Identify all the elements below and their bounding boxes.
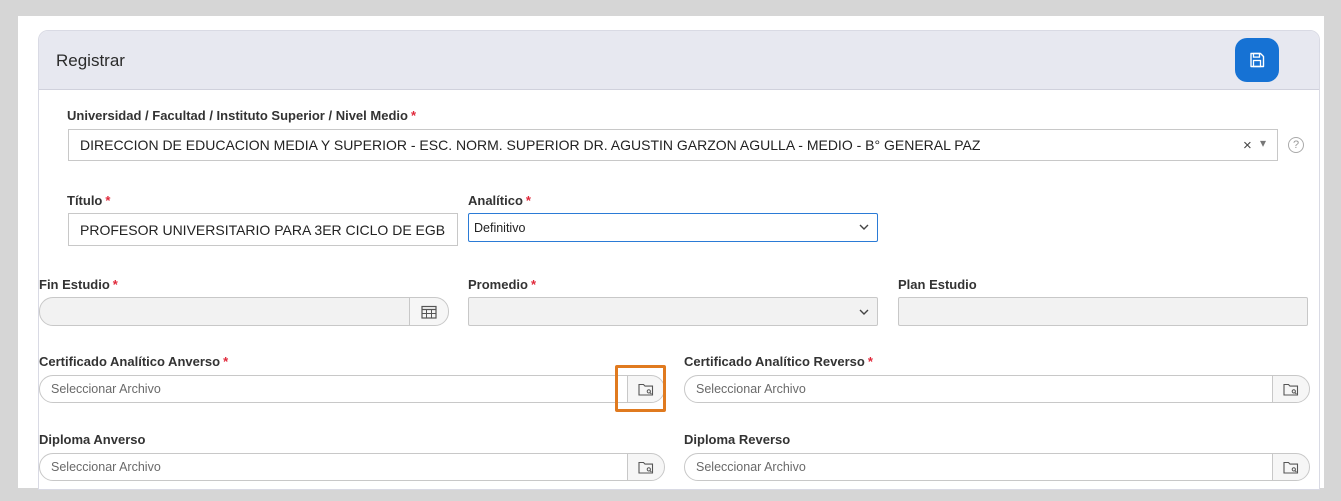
titulo-field[interactable]: PROFESOR UNIVERSITARIO PARA 3ER CICLO DE… (68, 213, 458, 246)
page-title: Registrar (56, 51, 125, 70)
cert-reverso-label: Certificado Analítico Reverso * (684, 354, 873, 369)
folder-search-icon (1283, 383, 1299, 396)
universidad-select[interactable]: DIRECCION DE EDUCACION MEDIA Y SUPERIOR … (68, 129, 1278, 161)
browse-button[interactable] (627, 454, 664, 480)
highlight-box (615, 365, 666, 412)
browse-button[interactable] (1272, 454, 1309, 480)
analitico-select[interactable]: Definitivo (468, 213, 878, 242)
folder-search-icon (1283, 461, 1299, 474)
cert-anverso-label: Certificado Analítico Anverso * (39, 354, 229, 369)
plan-estudio-field (898, 297, 1308, 326)
register-card: Registrar Universidad / Facultad / Insti… (38, 30, 1320, 490)
plan-estudio-label: Plan Estudio (898, 277, 977, 292)
card-header: Registrar (39, 31, 1319, 90)
diploma-anverso-file-input[interactable]: Seleccionar Archivo (39, 453, 665, 481)
universidad-label: Universidad / Facultad / Instituto Super… (67, 108, 417, 123)
titulo-label: Título * (67, 193, 111, 208)
chevron-down-icon (859, 224, 869, 230)
calendar-icon (421, 305, 437, 319)
help-icon[interactable]: ? (1288, 137, 1304, 153)
dropdown-arrow-icon[interactable]: ▾ (1260, 136, 1266, 150)
fin-estudio-date[interactable] (39, 297, 449, 326)
cert-reverso-file-input[interactable]: Seleccionar Archivo (684, 375, 1310, 403)
save-icon (1250, 52, 1265, 68)
fin-estudio-label: Fin Estudio * (39, 277, 118, 292)
promedio-select[interactable] (468, 297, 878, 326)
chevron-down-icon (859, 309, 869, 315)
browse-button[interactable] (1272, 376, 1309, 402)
cert-anverso-file-input[interactable]: Seleccionar Archivo (39, 375, 665, 403)
save-button[interactable] (1235, 38, 1279, 82)
diploma-anverso-label: Diploma Anverso (39, 432, 146, 447)
screenshot-frame: Registrar Universidad / Facultad / Insti… (18, 16, 1324, 490)
clear-icon[interactable]: × (1243, 137, 1252, 154)
diploma-reverso-file-input[interactable]: Seleccionar Archivo (684, 453, 1310, 481)
promedio-label: Promedio * (468, 277, 537, 292)
calendar-button[interactable] (409, 298, 448, 325)
folder-search-icon (638, 461, 654, 474)
diploma-reverso-label: Diploma Reverso (684, 432, 791, 447)
analitico-label: Analítico * (468, 193, 531, 208)
